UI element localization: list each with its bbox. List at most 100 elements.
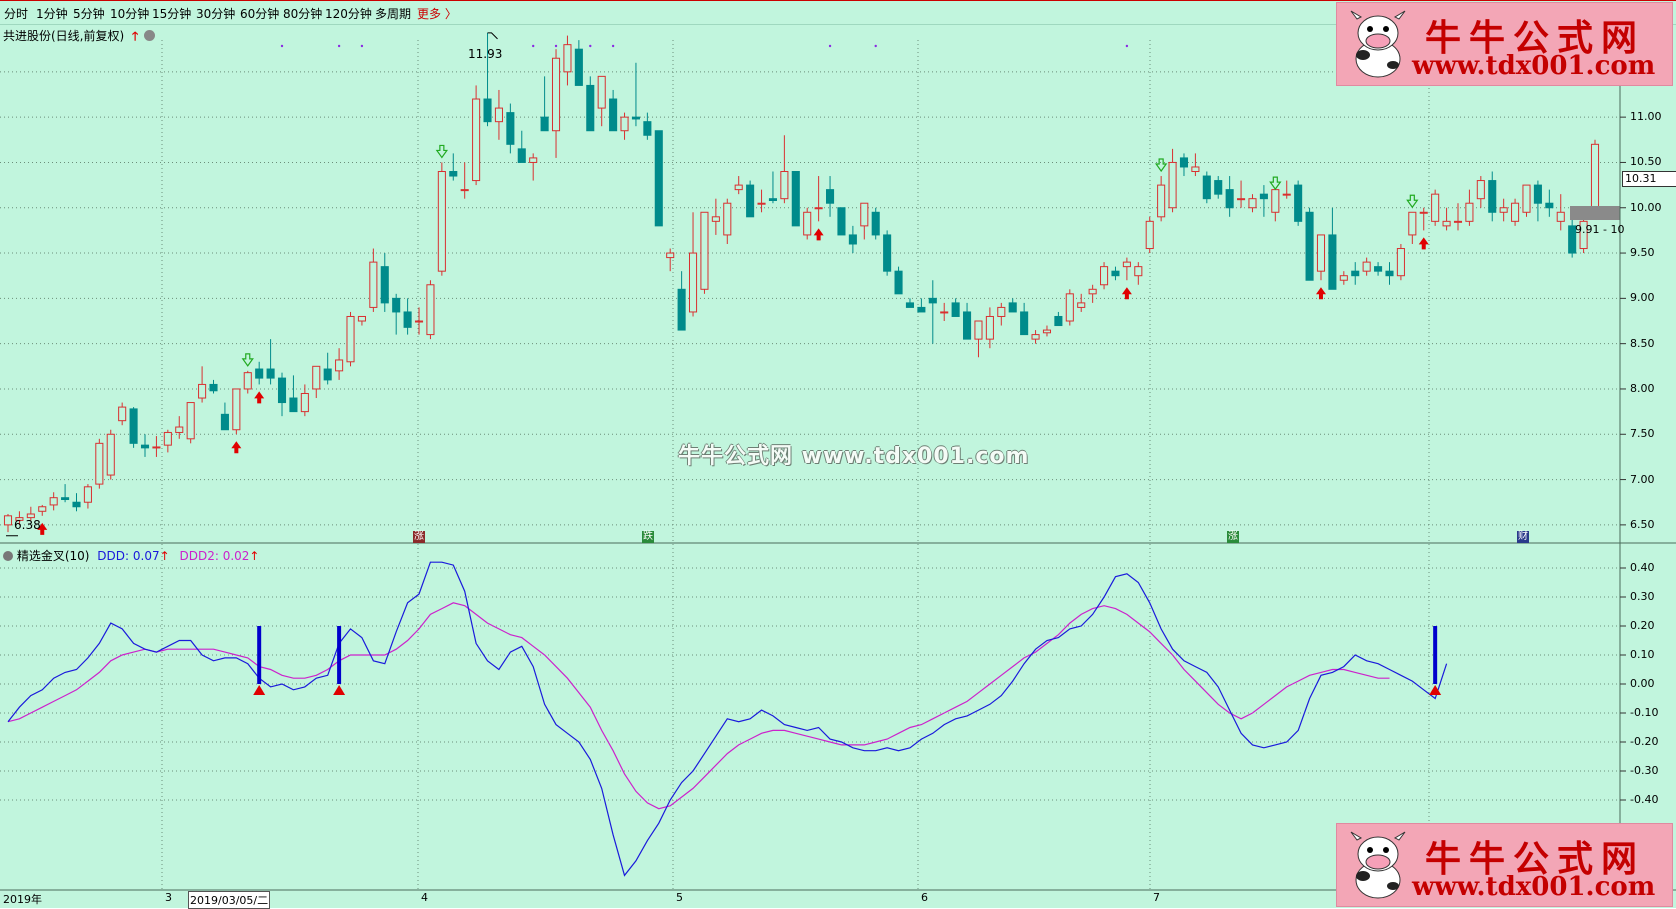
candle-body <box>597 75 606 109</box>
candle-body <box>1088 288 1097 295</box>
candle <box>905 298 915 308</box>
candle-body <box>1351 270 1360 277</box>
candle <box>529 153 538 181</box>
candle-body <box>1031 334 1040 340</box>
buy-arrow-icon <box>1315 287 1326 300</box>
hollow-arrow-icon <box>241 353 254 367</box>
candle-body <box>255 368 264 379</box>
candle <box>540 76 549 132</box>
candle-body <box>609 98 618 132</box>
candle-body <box>1042 329 1052 334</box>
price-tick-label: 10.00 <box>1630 200 1662 214</box>
event-marker-zhang-2[interactable]: 涨 <box>1227 531 1239 543</box>
candle <box>175 416 184 439</box>
candle-body <box>1100 266 1109 286</box>
candle-body <box>1271 189 1280 213</box>
candle <box>894 266 903 295</box>
candle-body <box>917 306 926 313</box>
top-dot <box>360 44 364 48</box>
indicator-tick-label: 0.00 <box>1630 677 1655 690</box>
candle-body <box>472 98 481 182</box>
indicator-tick-label: -0.20 <box>1630 735 1659 748</box>
top-dot <box>337 44 341 48</box>
candle-body <box>300 392 309 413</box>
candle <box>974 320 983 358</box>
event-marker-cai[interactable]: 财 <box>1517 531 1529 543</box>
candle <box>232 388 241 435</box>
event-marker-zhang[interactable]: 涨 <box>413 531 425 543</box>
candle <box>940 302 949 322</box>
settings-dot-icon[interactable] <box>144 30 156 41</box>
month-label-7: 7 <box>1153 891 1160 904</box>
candle <box>757 189 766 213</box>
candle <box>586 76 595 132</box>
indicator-tick-label: 0.40 <box>1630 561 1655 574</box>
candle <box>1157 176 1166 222</box>
candle <box>140 434 150 457</box>
candle-body <box>951 302 960 317</box>
candle-body <box>346 315 355 363</box>
candle <box>152 436 161 457</box>
candle <box>1305 207 1314 281</box>
candle <box>723 198 732 244</box>
top-dot <box>280 44 284 48</box>
hollow-arrow-icon <box>435 144 449 159</box>
candle-body <box>746 184 755 218</box>
candle-body <box>826 189 835 204</box>
buy-arrow-icon <box>1121 287 1132 300</box>
candle-body <box>677 288 686 331</box>
candle-body <box>1362 261 1371 272</box>
golden-cross-triangle-icon <box>253 685 266 695</box>
candle-body <box>848 234 857 245</box>
price-tick-label: 7.50 <box>1630 427 1655 441</box>
candle-body <box>1339 275 1348 281</box>
candle <box>1145 216 1154 254</box>
candle <box>95 438 104 489</box>
candle <box>3 514 13 533</box>
candle-body <box>369 261 378 308</box>
candle <box>1545 189 1554 217</box>
candle <box>1214 176 1223 199</box>
candle-body <box>1431 193 1440 222</box>
candle <box>1351 262 1360 285</box>
candle-body <box>3 515 13 526</box>
up-arrow-icon: 🡑 <box>132 29 139 43</box>
candle-body <box>1499 207 1508 213</box>
candle-body <box>1111 270 1120 277</box>
candle-body <box>1316 234 1326 272</box>
indicator-menu-icon[interactable] <box>3 551 13 561</box>
candle-body <box>335 359 344 372</box>
month-label-4: 4 <box>421 891 428 904</box>
candle <box>323 352 332 385</box>
candle-body <box>1476 180 1485 200</box>
candle <box>1111 266 1120 281</box>
candle <box>1088 284 1097 303</box>
cursor-date: 2019/03/05/二 <box>188 891 271 909</box>
candle-body <box>1214 180 1223 195</box>
event-marker-die[interactable]: 跌 <box>642 531 654 543</box>
candle <box>61 484 70 503</box>
candle-body <box>118 406 127 422</box>
candle <box>38 504 47 516</box>
candle-body <box>277 377 287 404</box>
candle <box>871 207 880 240</box>
candle-body <box>734 184 743 191</box>
candle <box>1374 262 1383 276</box>
candle-body <box>72 501 81 508</box>
candle-body <box>198 383 207 399</box>
candle-body <box>1488 180 1497 213</box>
candle-body <box>323 368 332 381</box>
candle <box>1042 325 1052 337</box>
candle <box>1499 198 1508 222</box>
candle-body <box>106 433 115 476</box>
stock-chart-window: 分时 1分钟 5分钟 10分钟 15分钟 30分钟 60分钟 80分钟 120分… <box>0 0 1676 909</box>
candle-body <box>997 306 1006 317</box>
candle <box>814 176 823 222</box>
candle <box>928 280 937 344</box>
top-dot <box>589 44 592 48</box>
candle-body <box>1248 198 1257 209</box>
candle <box>837 207 846 236</box>
candle-body <box>1077 302 1086 308</box>
candle-body <box>83 486 92 503</box>
hollow-arrow-icon <box>1154 158 1168 173</box>
